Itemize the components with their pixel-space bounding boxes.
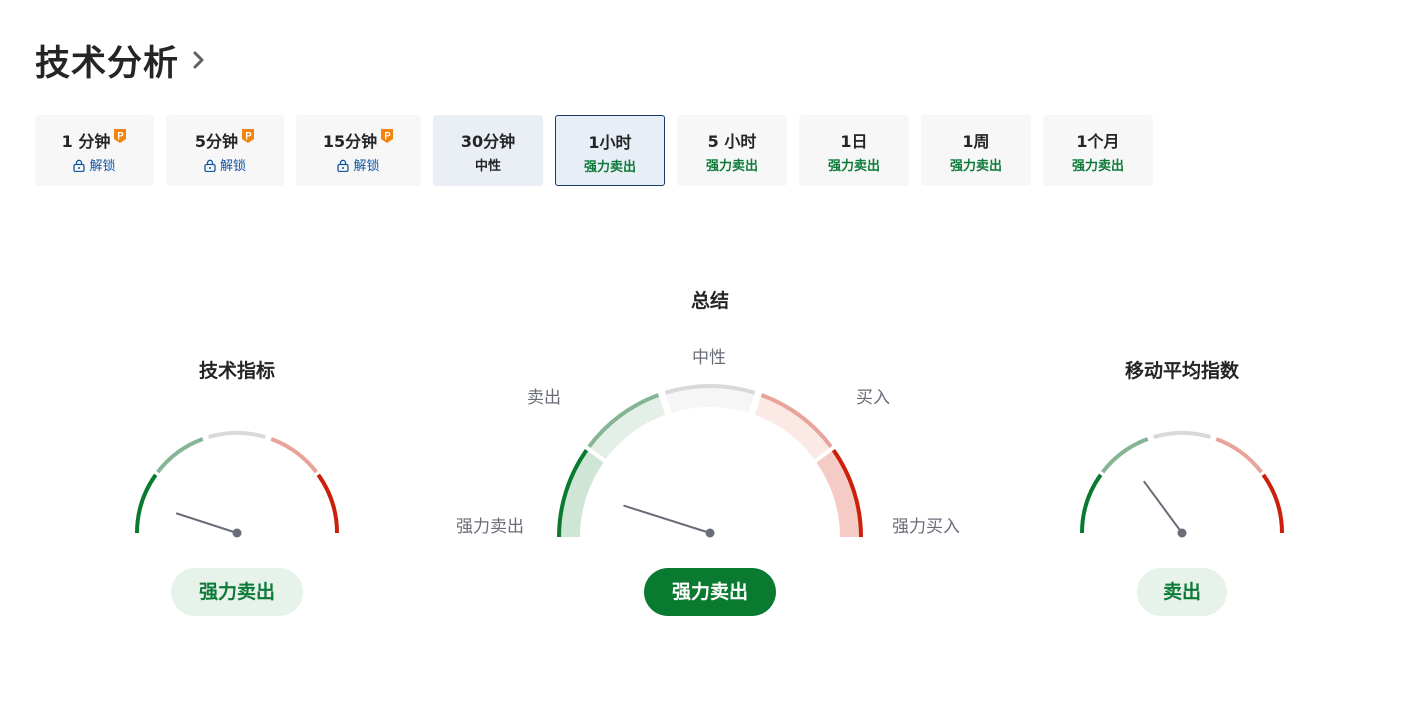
tab-status: 强力卖出 — [827, 159, 880, 174]
tab-status: 强力卖出 — [705, 159, 758, 174]
summary-gauge-title: 总结 — [690, 290, 729, 312]
gauge-segment-strong-buy — [316, 473, 339, 534]
gauge-segment-sell — [156, 437, 204, 474]
tab-1-week[interactable]: 1周 强力卖出 — [921, 115, 1031, 186]
tab-status: 强力卖出 — [1071, 159, 1124, 174]
tab-label: 1个月 — [1076, 132, 1120, 151]
tab-status: 强力卖出 — [583, 160, 636, 175]
tab-30-minutes[interactable]: 30分钟 中性 — [433, 115, 543, 186]
tab-label: 1日 — [840, 132, 868, 151]
tab-label: 1小时 — [588, 133, 632, 152]
tab-status: 强力卖出 — [949, 159, 1002, 174]
gauge-segment-strong-sell — [135, 473, 158, 534]
summary-zone-sell — [589, 395, 666, 460]
zone-label-strong-sell: 强力卖出 — [456, 517, 524, 537]
unlock-link[interactable]: 解锁 — [353, 159, 379, 174]
tab-status: 中性 — [474, 159, 501, 174]
tab-15-minutes[interactable]: 15分钟 解锁 — [296, 115, 421, 186]
gauge-segment-neutral — [1153, 431, 1211, 440]
indicators-result-badge: 强力卖出 — [171, 568, 303, 616]
summary-result-badge: 强力卖出 — [644, 568, 776, 616]
summary-zone-buy — [754, 395, 831, 460]
zone-label-strong-buy: 强力买入 — [892, 517, 960, 537]
tab-label: 1周 — [962, 132, 990, 151]
pro-badge-icon — [114, 129, 127, 143]
indicators-gauge — [135, 431, 339, 538]
tab-1-day[interactable]: 1日 强力卖出 — [799, 115, 909, 186]
section-header[interactable]: 技术分析 — [35, 34, 209, 86]
tab-1-hour[interactable]: 1小时 强力卖出 — [555, 115, 665, 186]
tab-label: 5 小时 — [707, 132, 757, 151]
gauge-needle — [1143, 480, 1183, 534]
chevron-right-icon — [193, 51, 204, 69]
moving-averages-gauge-title: 移动平均指数 — [1124, 360, 1239, 382]
unlock-link[interactable]: 解锁 — [220, 159, 246, 174]
gauge-needle-pivot — [1177, 528, 1187, 538]
tab-label: 5分钟 — [194, 132, 239, 151]
unlock-link[interactable]: 解锁 — [89, 159, 115, 174]
moving-averages-gauge — [1080, 431, 1284, 538]
gauge-needle — [623, 504, 711, 534]
pro-badge-icon — [242, 129, 255, 143]
gauge-segment-buy — [1215, 437, 1263, 474]
lock-icon — [204, 159, 216, 172]
summary-gauge — [557, 384, 863, 538]
gauge-segment-strong-buy — [1261, 473, 1284, 534]
tab-label: 15分钟 — [322, 132, 378, 151]
lock-icon — [337, 159, 350, 172]
lock-icon — [73, 159, 86, 172]
gauge-needle — [175, 512, 238, 534]
zone-label-neutral: 中性 — [692, 348, 726, 368]
tab-5-minutes[interactable]: 5分钟 解锁 — [166, 115, 284, 186]
page-title: 技术分析 — [35, 43, 180, 84]
gauge-needle-pivot — [705, 528, 715, 538]
pro-badge-icon — [381, 129, 394, 143]
gauge-segment-neutral — [208, 431, 266, 440]
tab-label: 30分钟 — [460, 132, 516, 151]
tab-1-month[interactable]: 1个月 强力卖出 — [1043, 115, 1153, 186]
gauge-segment-sell — [1101, 437, 1149, 474]
tab-5-hours[interactable]: 5 小时 强力卖出 — [677, 115, 787, 186]
gauge-needle-pivot — [232, 528, 242, 538]
gauge-segment-buy — [270, 437, 318, 474]
moving-averages-result-badge: 卖出 — [1137, 568, 1227, 616]
tab-label: 1 分钟 — [61, 132, 111, 151]
gauge-segment-strong-sell — [1080, 473, 1103, 534]
tab-1-minute[interactable]: 1 分钟 解锁 — [35, 115, 154, 186]
indicators-gauge-title: 技术指标 — [198, 360, 275, 382]
